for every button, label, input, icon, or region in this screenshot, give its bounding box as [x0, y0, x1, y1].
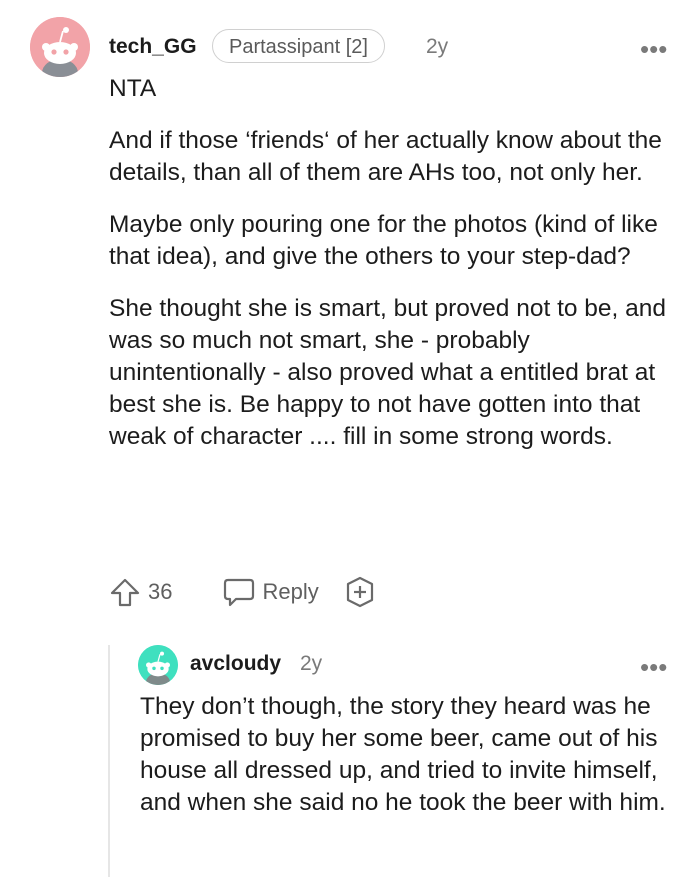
- snoo-icon: [30, 17, 90, 77]
- username[interactable]: tech_GG: [109, 35, 197, 59]
- reply-bubble-icon: [224, 578, 255, 607]
- reply-button[interactable]: Reply: [222, 576, 319, 608]
- award-button[interactable]: [343, 575, 377, 609]
- user-flair: Partassipant [2]: [212, 29, 385, 63]
- reply-body: They don’t though, the story they heard …: [140, 691, 680, 819]
- upvote-button[interactable]: 36: [109, 576, 172, 608]
- thread-line[interactable]: [108, 645, 110, 877]
- reply-text: They don’t though, the story they heard …: [140, 693, 666, 816]
- comment-paragraph: And if those ‘friends‘ of her actually k…: [109, 127, 662, 186]
- comment-paragraph: Maybe only pouring one for the photos (k…: [109, 211, 658, 270]
- reply-age: 2y: [300, 652, 323, 675]
- award-plus-icon: [346, 576, 373, 608]
- upvote-count: 36: [148, 579, 173, 604]
- upvote-icon: [110, 578, 140, 607]
- reply-username[interactable]: avcloudy: [190, 652, 281, 676]
- comment-paragraph: She thought she is smart, but proved not…: [109, 295, 667, 450]
- comment-body: NTA And if those ‘friends‘ of her actual…: [109, 73, 679, 453]
- comment-paragraph: NTA: [109, 75, 157, 102]
- reply-label: Reply: [262, 579, 319, 604]
- reply-avatar[interactable]: [138, 645, 178, 685]
- comment-actions: 36 Reply: [109, 575, 377, 609]
- more-options-icon[interactable]: •••: [640, 36, 667, 62]
- comment-age: 2y: [426, 35, 449, 58]
- user-avatar[interactable]: [30, 17, 90, 77]
- snoo-icon: [138, 645, 178, 685]
- more-options-icon[interactable]: •••: [640, 654, 667, 680]
